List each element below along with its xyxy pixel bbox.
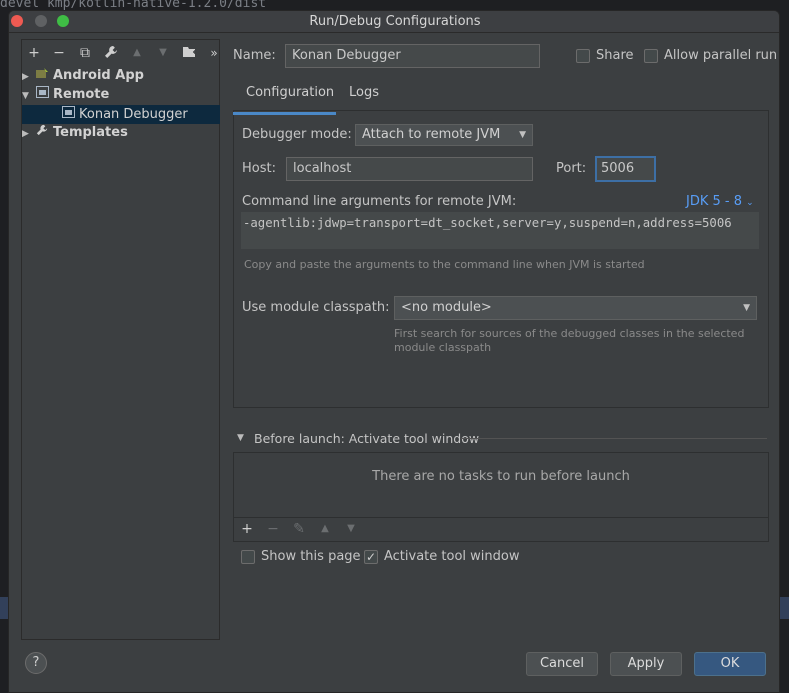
chevron-down-icon: ⌄ (746, 198, 754, 208)
arrow-up-icon: ▲ (321, 523, 329, 534)
jdk-version-link[interactable]: JDK 5 - 8 ⌄ (686, 194, 754, 209)
minus-icon: − (267, 521, 279, 537)
module-classpath-select[interactable]: <no module> ▼ (394, 296, 757, 320)
no-tasks-text: There are no tasks to run before launch (372, 469, 630, 484)
share-label: Share (596, 48, 634, 63)
cmd-args-hint: Copy and paste the arguments to the comm… (244, 258, 645, 271)
arrow-up-icon: ▲ (133, 47, 141, 58)
chevron-down-icon: ▼ (743, 303, 750, 313)
active-tab-indicator (233, 112, 336, 115)
module-classpath-label: Use module classpath: (242, 300, 390, 315)
module-hint-line-1: First search for sources of the debugged… (394, 327, 745, 340)
cancel-button[interactable]: Cancel (526, 652, 598, 676)
tree-item-android-app[interactable]: ▶ Android App (22, 66, 220, 85)
collapse-before-launch-icon[interactable]: ▼ (237, 433, 244, 443)
activate-tool-window-checkbox[interactable]: ✓ (364, 550, 378, 564)
port-label: Port: (556, 161, 587, 176)
name-label: Name: (233, 48, 276, 63)
plus-icon[interactable]: + (239, 521, 255, 537)
ok-button[interactable]: OK (694, 652, 766, 676)
arrow-down-icon: ▼ (347, 523, 355, 534)
tree-item-label: Templates (53, 125, 128, 140)
before-launch-title: Before launch: Activate tool window (254, 431, 480, 446)
debugger-mode-label: Debugger mode: (242, 127, 352, 142)
cmd-args-label: Command line arguments for remote JVM: (242, 194, 517, 209)
apply-button[interactable]: Apply (610, 652, 682, 676)
host-field[interactable]: localhost (286, 157, 533, 181)
wrench-icon[interactable] (103, 45, 119, 61)
name-field[interactable]: Konan Debugger (285, 44, 540, 68)
activate-tool-window-label: Activate tool window (384, 549, 520, 564)
title-bar: Run/Debug Configurations (9, 11, 779, 33)
allow-parallel-run-checkbox[interactable] (644, 49, 658, 63)
copy-icon[interactable]: ⧉ (77, 45, 93, 61)
allow-parallel-run-label: Allow parallel run (664, 48, 778, 63)
port-field[interactable]: 5006 (595, 156, 656, 182)
host-label: Host: (242, 161, 276, 176)
plus-icon[interactable]: + (26, 45, 42, 61)
help-button[interactable]: ? (25, 652, 47, 674)
chevron-down-icon[interactable]: ▼ (22, 87, 34, 106)
arrow-down-icon: ▼ (159, 47, 167, 58)
before-launch-toolbar (233, 517, 769, 542)
run-debug-configurations-dialog: Run/Debug Configurations + − ⧉ ▲ ▼ » ▶ A… (8, 10, 780, 693)
chevron-right-icon[interactable]: ▶ (22, 125, 34, 144)
tree-item-label: Android App (53, 68, 144, 83)
show-this-page-checkbox[interactable] (241, 550, 255, 564)
cmd-args-textarea[interactable]: -agentlib:jdwp=transport=dt_socket,serve… (241, 212, 759, 249)
tree-item-konan-debugger[interactable]: Konan Debugger (22, 105, 220, 124)
remote-config-icon (34, 85, 50, 104)
tree-item-label: Konan Debugger (79, 107, 188, 122)
tree-item-remote[interactable]: ▼ Remote (22, 85, 220, 104)
module-classpath-value: <no module> (401, 300, 492, 315)
debugger-mode-value: Attach to remote JVM (362, 127, 501, 142)
debugger-mode-select[interactable]: Attach to remote JVM ▼ (355, 124, 533, 146)
module-hint-line-2: module classpath (394, 341, 492, 354)
remote-config-icon (60, 105, 76, 124)
android-app-icon (34, 66, 50, 85)
more-icon[interactable]: » (206, 45, 222, 61)
minus-icon[interactable]: − (51, 45, 67, 61)
chevron-down-icon: ▼ (519, 130, 526, 140)
tree-item-label: Remote (53, 87, 110, 102)
tree-item-templates[interactable]: ▶ Templates (22, 123, 220, 142)
section-divider (461, 438, 767, 439)
wrench-icon (34, 123, 50, 142)
folder-add-icon[interactable] (181, 45, 197, 61)
tab-logs[interactable]: Logs (349, 85, 379, 100)
jdk-version-text: JDK 5 - 8 (686, 194, 742, 209)
tab-configuration[interactable]: Configuration (246, 85, 334, 100)
show-this-page-label: Show this page (261, 549, 361, 564)
edit-icon: ✎ (293, 521, 305, 537)
window-title: Run/Debug Configurations (309, 14, 481, 29)
share-checkbox[interactable] (576, 49, 590, 63)
